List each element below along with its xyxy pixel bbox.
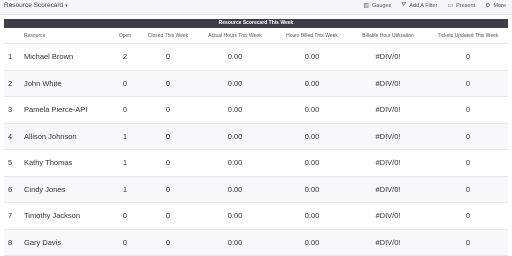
- table-row[interactable]: 4Allison Johnson100.000.00#DIV/0!0: [4, 124, 508, 151]
- resource-name: Gary Davis: [24, 230, 114, 256]
- hours-billed: 0.00: [276, 97, 348, 123]
- billable-utilization: #DIV/0!: [352, 177, 424, 203]
- resource-name: John White: [24, 71, 114, 97]
- closed-count: 0: [144, 71, 192, 97]
- column-header-closed[interactable]: Closed This Week: [144, 29, 192, 43]
- row-index: 1: [8, 44, 18, 70]
- table-row[interactable]: 6Cindy Jones100.000.00#DIV/0!0: [4, 177, 508, 204]
- present-button[interactable]: ▭ Present: [447, 2, 475, 9]
- column-header-actual-hours[interactable]: Actual Hours This Week: [202, 29, 268, 43]
- closed-count: 0: [144, 177, 192, 203]
- open-count: 1: [112, 177, 138, 203]
- tickets-updated: 0: [428, 71, 508, 97]
- gauges-button[interactable]: ▥ Gauges: [363, 2, 391, 9]
- report-title-dropdown[interactable]: Resource Scorecard ▾: [4, 2, 68, 9]
- column-header-hours-billed[interactable]: Hours Billed This Week: [276, 29, 348, 43]
- top-bar: Resource Scorecard ▾ ▥ Gauges ⛛ Add A Fi…: [0, 0, 512, 15]
- column-header-open[interactable]: Open: [112, 29, 138, 43]
- row-index: 4: [8, 124, 18, 150]
- table-row[interactable]: 2John White000.000.00#DIV/0!0: [4, 71, 508, 98]
- hours-billed: 0.00: [276, 71, 348, 97]
- resource-name: Michael Brown: [24, 44, 114, 70]
- add-filter-button[interactable]: ⛛ Add A Filter: [401, 2, 437, 9]
- row-index: 2: [8, 71, 18, 97]
- table-row[interactable]: 1Michael Brown200.000.00#DIV/0!0: [4, 44, 508, 71]
- column-header-resource[interactable]: Resource: [24, 29, 114, 43]
- row-index: 5: [8, 150, 18, 176]
- billable-utilization: #DIV/0!: [352, 44, 424, 70]
- resource-name: Allison Johnson: [24, 124, 114, 150]
- tickets-updated: 0: [428, 97, 508, 123]
- row-index: 3: [8, 97, 18, 123]
- resource-name: Pamela Pierce-API: [24, 97, 114, 123]
- actual-hours: 0.00: [202, 97, 268, 123]
- hours-billed: 0.00: [276, 203, 348, 229]
- gauges-label: Gauges: [372, 3, 391, 9]
- row-index: 8: [8, 230, 18, 256]
- table-row[interactable]: 8Gary Davis000.000.00#DIV/0!0: [4, 230, 508, 256]
- tickets-updated: 0: [428, 124, 508, 150]
- chevron-down-icon: ▾: [65, 3, 68, 9]
- open-count: 0: [112, 203, 138, 229]
- open-count: 1: [112, 150, 138, 176]
- open-count: 2: [112, 44, 138, 70]
- present-label: Present: [456, 3, 475, 9]
- hours-billed: 0.00: [276, 177, 348, 203]
- billable-utilization: #DIV/0!: [352, 97, 424, 123]
- tickets-updated: 0: [428, 203, 508, 229]
- open-count: 1: [112, 124, 138, 150]
- resource-name: Timothy Jackson: [24, 203, 114, 229]
- billable-utilization: #DIV/0!: [352, 150, 424, 176]
- report-title: Resource Scorecard: [4, 2, 63, 9]
- billable-utilization: #DIV/0!: [352, 230, 424, 256]
- row-index: 7: [8, 203, 18, 229]
- open-count: 0: [112, 71, 138, 97]
- tickets-updated: 0: [428, 44, 508, 70]
- hours-billed: 0.00: [276, 124, 348, 150]
- add-filter-label: Add A Filter: [409, 3, 437, 9]
- column-header-tickets-updated[interactable]: Tickets Updated This Week: [428, 29, 508, 43]
- actual-hours: 0.00: [202, 71, 268, 97]
- table-header-row: Resource Open Closed This Week Actual Ho…: [4, 29, 508, 44]
- closed-count: 0: [144, 230, 192, 256]
- actual-hours: 0.00: [202, 44, 268, 70]
- actual-hours: 0.00: [202, 230, 268, 256]
- scorecard-table: Resource Open Closed This Week Actual Ho…: [4, 29, 508, 256]
- closed-count: 0: [144, 124, 192, 150]
- resource-name: Cindy Jones: [24, 177, 114, 203]
- gear-icon: ⚙: [485, 2, 490, 9]
- billable-utilization: #DIV/0!: [352, 203, 424, 229]
- table-row[interactable]: 3Pamela Pierce-API000.000.00#DIV/0!0: [4, 97, 508, 124]
- actual-hours: 0.00: [202, 177, 268, 203]
- filter-icon: ⛛: [401, 2, 406, 9]
- closed-count: 0: [144, 44, 192, 70]
- more-label: More: [493, 3, 506, 9]
- table-row[interactable]: 7Timothy Jackson000.000.00#DIV/0!0: [4, 203, 508, 230]
- hours-billed: 0.00: [276, 44, 348, 70]
- bar-chart-icon: ▥: [363, 2, 369, 9]
- more-button[interactable]: ⚙ More: [485, 2, 506, 9]
- column-header-utilization[interactable]: Billable Hour Utilization: [352, 29, 424, 43]
- closed-count: 0: [144, 150, 192, 176]
- billable-utilization: #DIV/0!: [352, 124, 424, 150]
- tickets-updated: 0: [428, 230, 508, 256]
- tickets-updated: 0: [428, 150, 508, 176]
- actual-hours: 0.00: [202, 203, 268, 229]
- open-count: 0: [112, 230, 138, 256]
- billable-utilization: #DIV/0!: [352, 71, 424, 97]
- actual-hours: 0.00: [202, 150, 268, 176]
- table-row[interactable]: 5Kathy Thomas100.000.00#DIV/0!0: [4, 150, 508, 177]
- toolbar: ▥ Gauges ⛛ Add A Filter ▭ Present ⚙ More: [363, 2, 506, 9]
- present-icon: ▭: [447, 2, 453, 9]
- closed-count: 0: [144, 203, 192, 229]
- open-count: 0: [112, 97, 138, 123]
- actual-hours: 0.00: [202, 124, 268, 150]
- row-index: 6: [8, 177, 18, 203]
- tickets-updated: 0: [428, 177, 508, 203]
- hours-billed: 0.00: [276, 230, 348, 256]
- resource-name: Kathy Thomas: [24, 150, 114, 176]
- table-band-title: Resource Scorecard This Week: [4, 19, 508, 28]
- hours-billed: 0.00: [276, 150, 348, 176]
- closed-count: 0: [144, 97, 192, 123]
